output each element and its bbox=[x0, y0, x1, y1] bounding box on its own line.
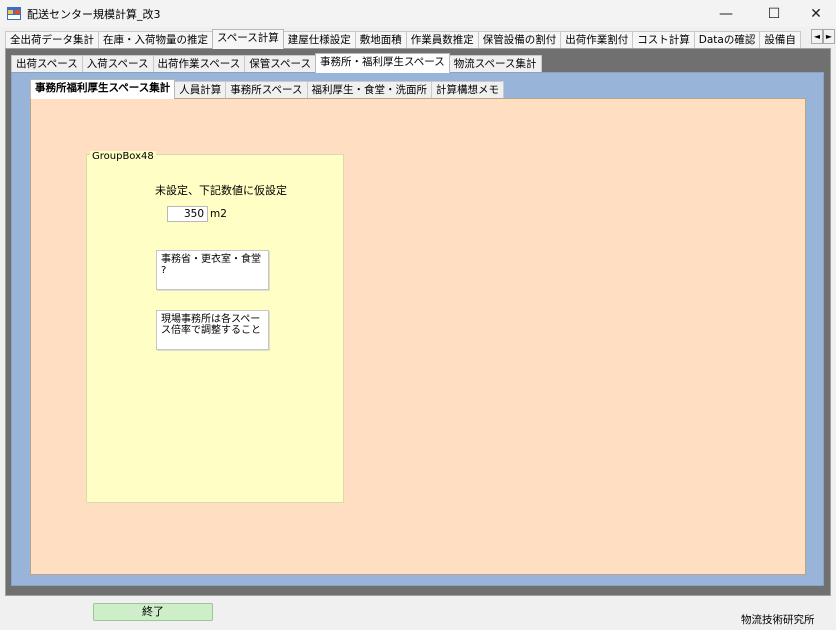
tab-all-shipping-summary[interactable]: 全出荷データ集計 bbox=[5, 31, 99, 49]
tab-welfare-dining-washroom[interactable]: 福利厚生・食堂・洗面所 bbox=[306, 81, 432, 99]
title-bar: 配送センター規模計算_改3 — ☐ ✕ bbox=[0, 0, 836, 27]
tab-calculation-memo[interactable]: 計算構想メモ bbox=[431, 81, 504, 99]
tab-personnel-calculation[interactable]: 人員計算 bbox=[174, 81, 227, 99]
tab-office-space[interactable]: 事務所スペース bbox=[225, 81, 308, 99]
tab-logistics-space-summary[interactable]: 物流スペース集計 bbox=[448, 55, 542, 73]
tab-site-area[interactable]: 敷地面積 bbox=[354, 31, 407, 49]
tab-shipping-work-allocation[interactable]: 出荷作業割付 bbox=[560, 31, 634, 49]
tab-shipping-space[interactable]: 出荷スペース bbox=[11, 55, 83, 73]
end-button[interactable]: 終了 bbox=[93, 603, 213, 621]
tab-inventory-estimation[interactable]: 在庫・入荷物量の推定 bbox=[98, 31, 213, 49]
tab-equipment[interactable]: 設備自 bbox=[759, 31, 801, 49]
maximize-button[interactable]: ☐ bbox=[752, 0, 796, 27]
provisional-setting-note: 未設定、下記数値に仮設定 bbox=[155, 184, 287, 197]
close-button[interactable]: ✕ bbox=[794, 0, 836, 27]
tab-building-spec[interactable]: 建屋仕様設定 bbox=[282, 31, 356, 49]
office-memo-textbox[interactable]: 事務省・更衣室・食堂 ? bbox=[156, 250, 269, 290]
tab-storage-space[interactable]: 保管スペース bbox=[244, 55, 316, 73]
tab-storage-allocation[interactable]: 保管設備の割付 bbox=[477, 31, 562, 49]
minimize-button[interactable]: — bbox=[704, 0, 748, 27]
main-tab-row: 全出荷データ集計 在庫・入荷物量の推定 スペース計算 建屋仕様設定 敷地面積 作… bbox=[5, 29, 801, 49]
tab-scroll-left-icon[interactable]: ◄ bbox=[811, 29, 823, 44]
tab-shipping-work-space[interactable]: 出荷作業スペース bbox=[152, 55, 246, 73]
tab-office-welfare-space[interactable]: 事務所・福利厚生スペース bbox=[315, 53, 450, 73]
tab-cost-calculation[interactable]: コスト計算 bbox=[632, 31, 695, 49]
tab-receiving-space[interactable]: 入荷スペース bbox=[81, 55, 154, 73]
field-office-memo-textbox[interactable]: 現場事務所は各スペー ス倍率で調整すること bbox=[156, 310, 269, 350]
groupbox-title: GroupBox48 bbox=[90, 151, 156, 162]
app-icon bbox=[7, 7, 21, 20]
area-unit-label: m2 bbox=[210, 208, 227, 220]
tab-scroll-right-icon[interactable]: ► bbox=[823, 29, 835, 44]
window-title: 配送センター規模計算_改3 bbox=[27, 8, 161, 21]
area-input[interactable] bbox=[167, 206, 208, 222]
space-tab-row: 出荷スペース 入荷スペース 出荷作業スペース 保管スペース 事務所・福利厚生スペ… bbox=[11, 53, 542, 73]
company-label: 物流技術研究所 bbox=[741, 614, 815, 626]
tab-space-calculation[interactable]: スペース計算 bbox=[212, 29, 284, 49]
tab-office-welfare-summary[interactable]: 事務所福利厚生スペース集計 bbox=[30, 79, 176, 99]
tab-scroll-arrows: ◄ ► bbox=[811, 29, 835, 44]
tab-worker-estimation[interactable]: 作業員数推定 bbox=[405, 31, 479, 49]
office-tab-row: 事務所福利厚生スペース集計 人員計算 事務所スペース 福利厚生・食堂・洗面所 計… bbox=[30, 79, 504, 99]
tab-data-check[interactable]: Dataの確認 bbox=[693, 31, 761, 49]
